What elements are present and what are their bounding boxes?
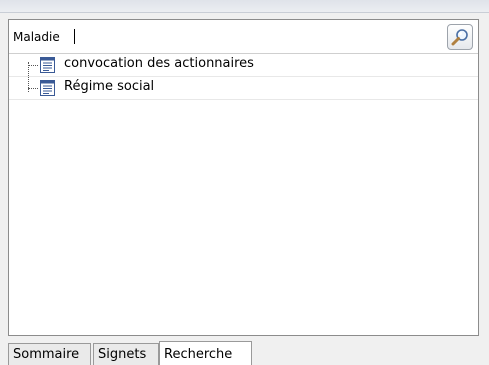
text-caret xyxy=(74,29,75,44)
search-panel: convocation des actionnaires Régime soci… xyxy=(8,19,479,336)
list-item[interactable]: convocation des actionnaires xyxy=(9,54,478,77)
tab-recherche[interactable]: Recherche xyxy=(159,341,252,365)
list-item[interactable]: Régime social xyxy=(9,77,478,100)
search-row xyxy=(9,20,478,54)
result-label: convocation des actionnaires xyxy=(64,56,254,71)
tree-branch-line xyxy=(28,88,38,89)
result-label: Régime social xyxy=(64,79,155,94)
results-list: convocation des actionnaires Régime soci… xyxy=(9,54,478,100)
search-input[interactable] xyxy=(13,26,443,48)
magnifier-icon xyxy=(451,29,468,46)
tab-sommaire[interactable]: Sommaire xyxy=(8,343,91,365)
top-toolbar-strip xyxy=(0,0,489,13)
tab-signets[interactable]: Signets xyxy=(93,343,159,365)
document-icon xyxy=(40,80,55,96)
tree-branch-line xyxy=(28,65,38,66)
search-button[interactable] xyxy=(447,24,473,50)
document-icon xyxy=(40,57,55,73)
